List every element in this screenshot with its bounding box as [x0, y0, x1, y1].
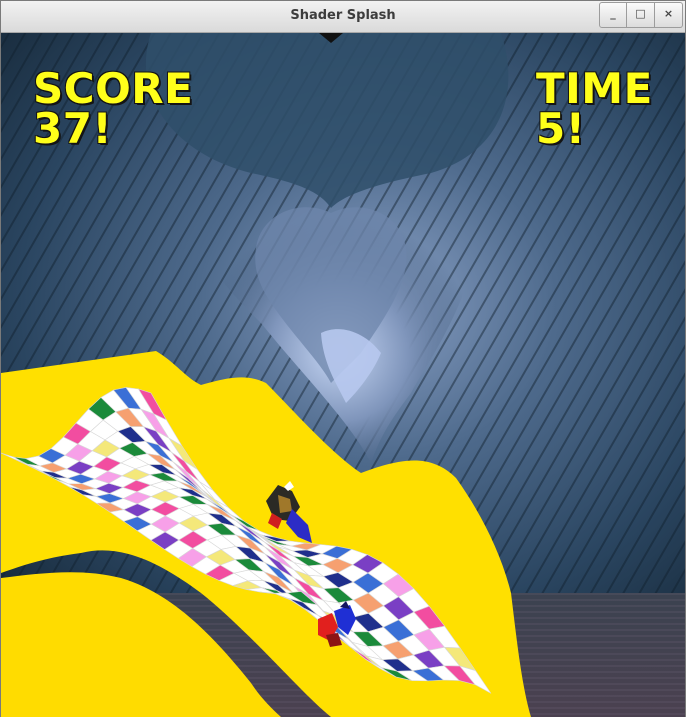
game-window: Shader Splash _ □ × SCORE 37! TIME 5!	[0, 0, 686, 717]
time-display: TIME 5!	[536, 64, 653, 153]
maximize-button[interactable]: □	[627, 2, 655, 28]
maximize-icon: □	[635, 7, 646, 20]
window-title: Shader Splash	[290, 8, 396, 23]
game-viewport[interactable]: SCORE 37! TIME 5!	[1, 33, 685, 717]
score-label: SCORE	[33, 64, 194, 113]
score-value: 37!	[33, 104, 113, 153]
title-bar[interactable]: Shader Splash _ □ ×	[1, 1, 685, 33]
minimize-button[interactable]: _	[599, 2, 627, 28]
minimize-icon: _	[610, 7, 616, 20]
close-button[interactable]: ×	[655, 2, 683, 28]
time-value: 5!	[536, 104, 586, 153]
close-icon: ×	[663, 7, 674, 20]
score-display: SCORE 37!	[33, 64, 194, 153]
time-label: TIME	[536, 64, 653, 113]
